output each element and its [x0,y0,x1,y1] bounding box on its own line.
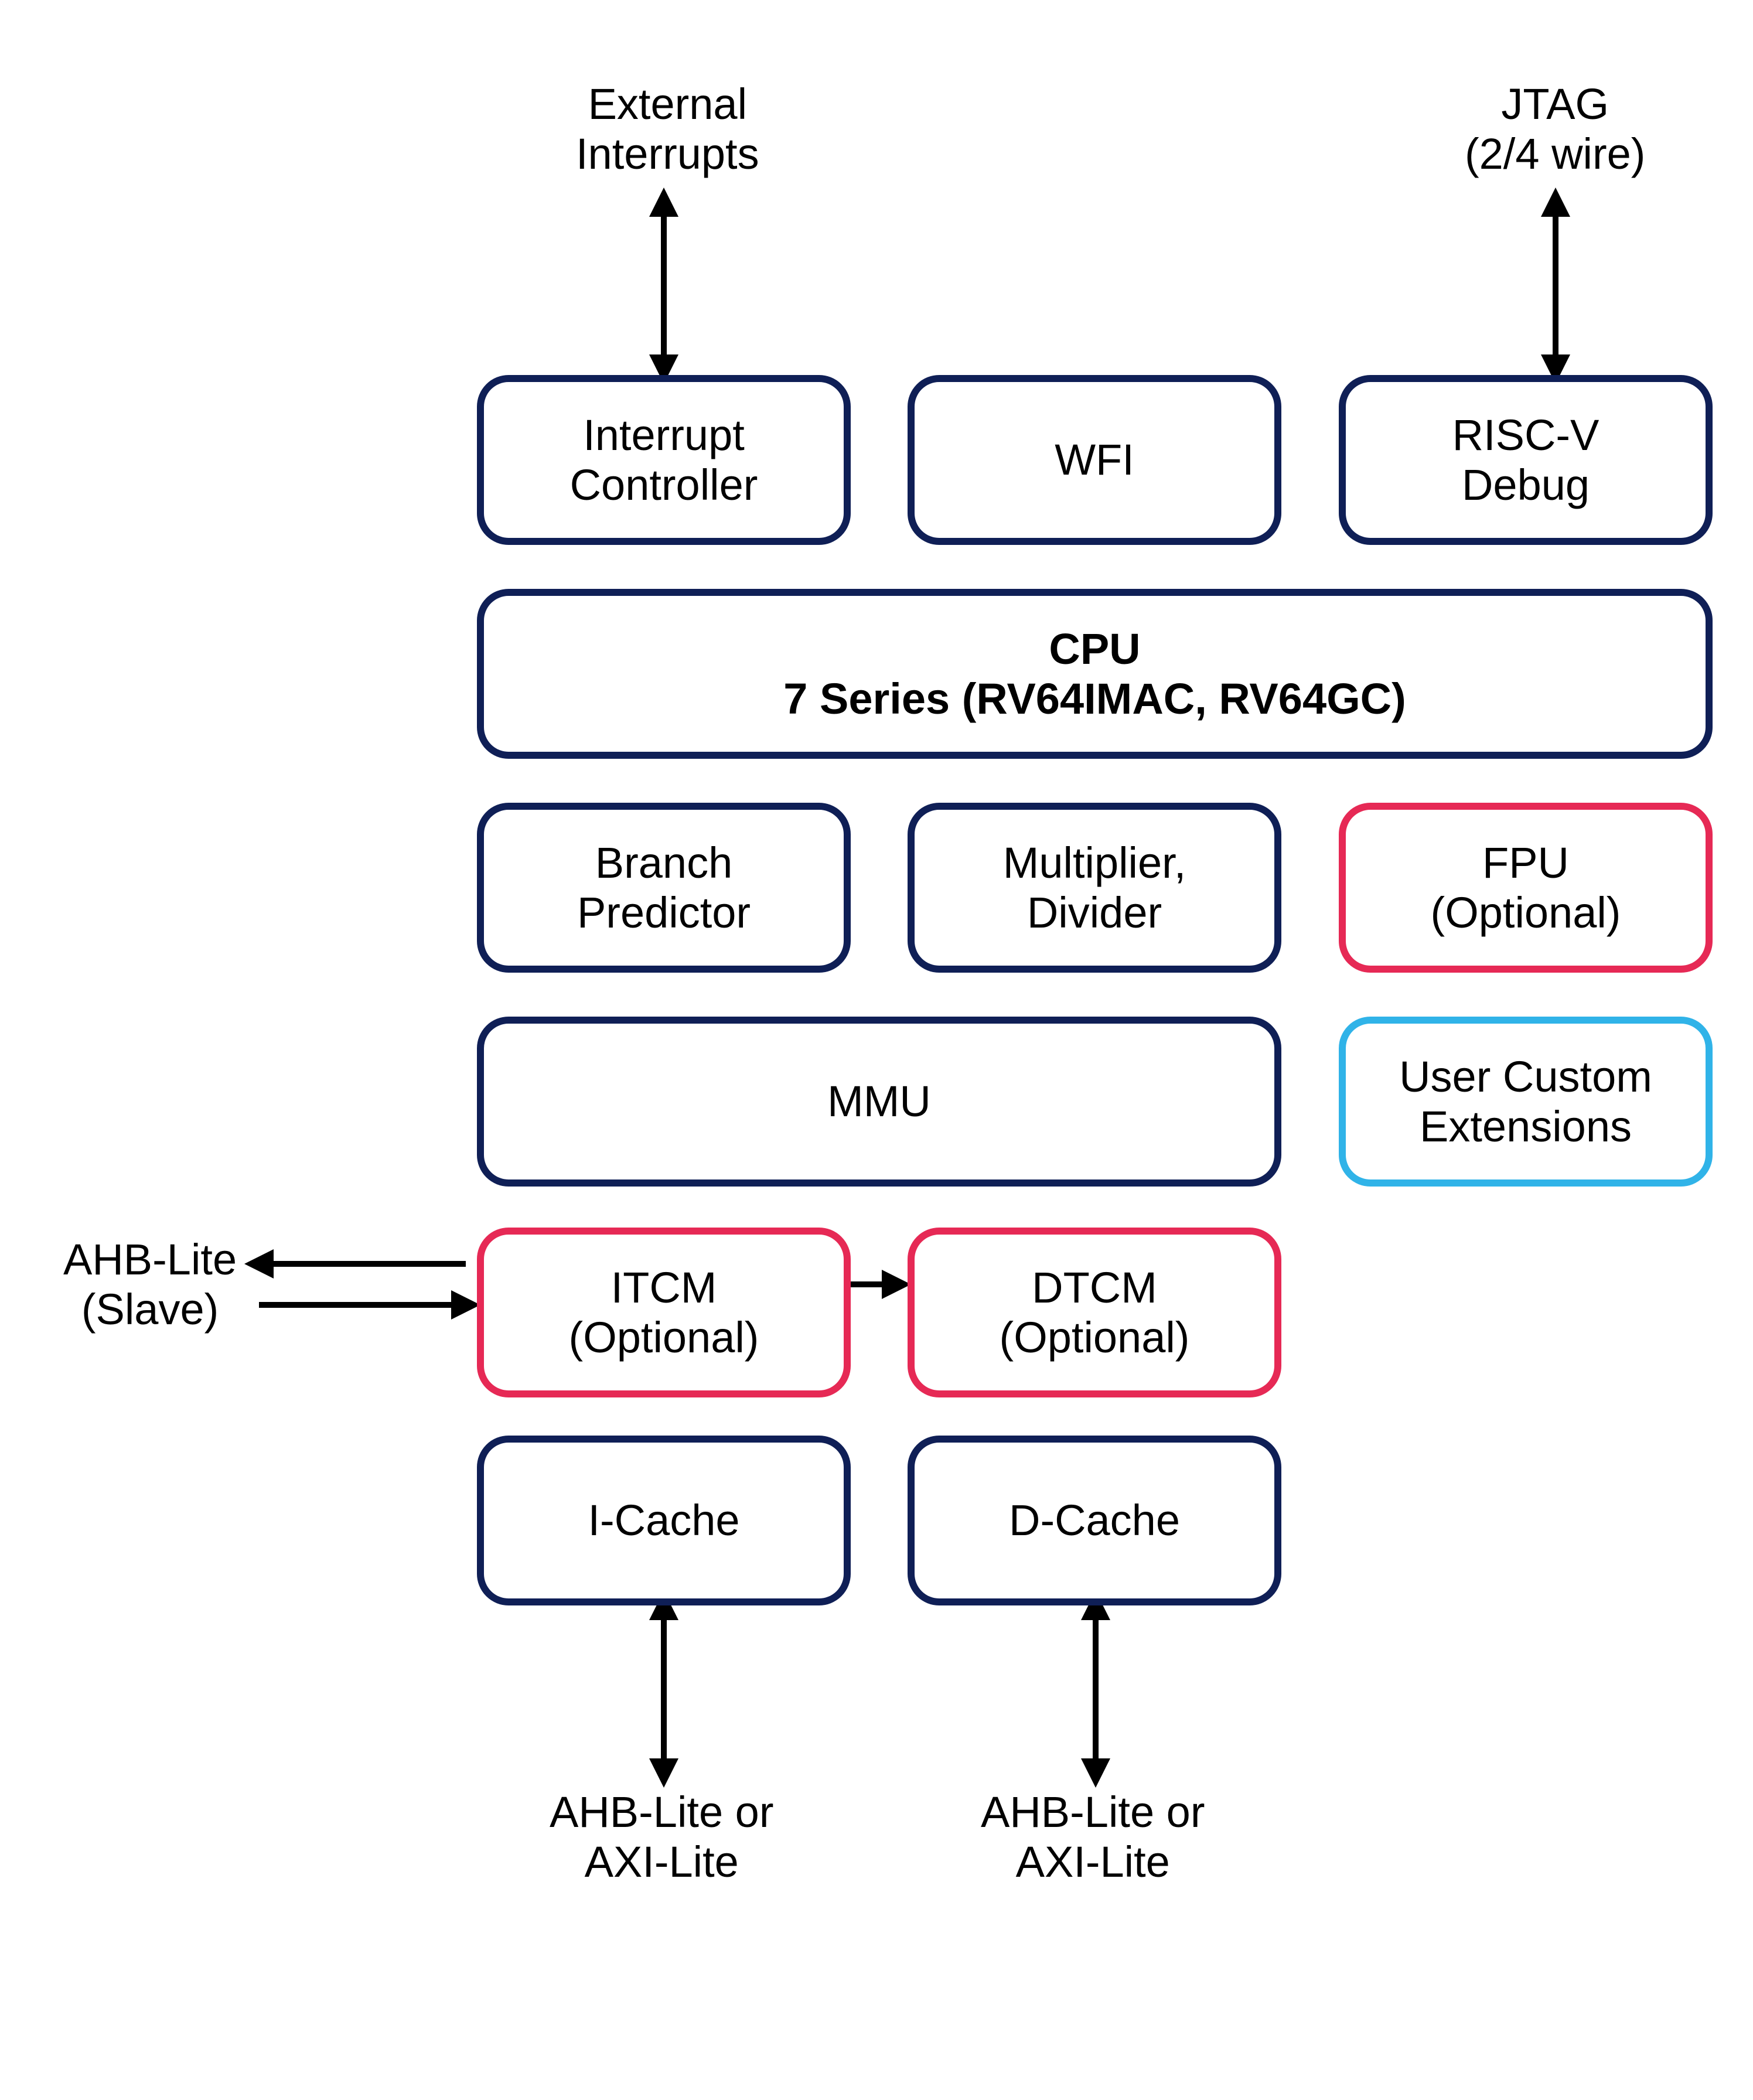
text: Divider [1027,888,1162,938]
text: AHB-Lite or [550,1788,773,1836]
text: AHB-Lite [63,1235,237,1284]
label-bus-d: AHB-Lite or AXI-Lite [981,1787,1205,1887]
text: CPU [1049,624,1140,674]
text: Branch [595,838,732,888]
block-dtcm: DTCM (Optional) [908,1228,1281,1397]
text: AXI-Lite [1016,1838,1170,1886]
text: Predictor [577,888,751,938]
text: FPU [1482,838,1569,888]
block-multiplier-divider: Multiplier, Divider [908,803,1281,973]
text: MMU [827,1076,931,1126]
text: WFI [1055,435,1134,485]
diagram-root: External Interrupts JTAG (2/4 wire) Inte… [0,0,1753,2100]
text: Multiplier, [1003,838,1186,888]
text: External [588,80,747,128]
text: User Custom [1399,1052,1652,1102]
block-interrupt-controller: Interrupt Controller [477,375,851,545]
text: Controller [570,460,758,510]
block-itcm: ITCM (Optional) [477,1228,851,1397]
text: (Slave) [81,1285,219,1334]
block-branch-predictor: Branch Predictor [477,803,851,973]
block-user-custom-extensions: User Custom Extensions [1339,1017,1713,1187]
block-riscv-debug: RISC-V Debug [1339,375,1713,545]
text: JTAG [1501,80,1609,128]
text: AXI-Lite [585,1838,739,1886]
block-d-cache: D-Cache [908,1436,1281,1605]
text: (2/4 wire) [1465,129,1645,178]
text: RISC-V [1452,410,1599,460]
block-cpu: CPU 7 Series (RV64IMAC, RV64GC) [477,589,1713,759]
block-wfi: WFI [908,375,1281,545]
text: Interrupt [583,410,745,460]
text: D-Cache [1009,1495,1180,1545]
text: ITCM [611,1263,717,1312]
text: (Optional) [1000,1312,1190,1362]
label-jtag: JTAG (2/4 wire) [1465,79,1645,179]
text: (Optional) [1431,888,1621,938]
text: (Optional) [569,1312,759,1362]
text: Extensions [1420,1102,1632,1151]
label-external-interrupts: External Interrupts [576,79,759,179]
text: AHB-Lite or [981,1788,1205,1836]
block-fpu: FPU (Optional) [1339,803,1713,973]
label-ahb-lite-slave: AHB-Lite (Slave) [63,1235,237,1334]
block-i-cache: I-Cache [477,1436,851,1605]
text: Interrupts [576,129,759,178]
label-bus-i: AHB-Lite or AXI-Lite [550,1787,773,1887]
text: Debug [1462,460,1590,510]
text: 7 Series (RV64IMAC, RV64GC) [783,674,1406,724]
text: I-Cache [588,1495,739,1545]
block-mmu: MMU [477,1017,1281,1187]
text: DTCM [1032,1263,1157,1312]
